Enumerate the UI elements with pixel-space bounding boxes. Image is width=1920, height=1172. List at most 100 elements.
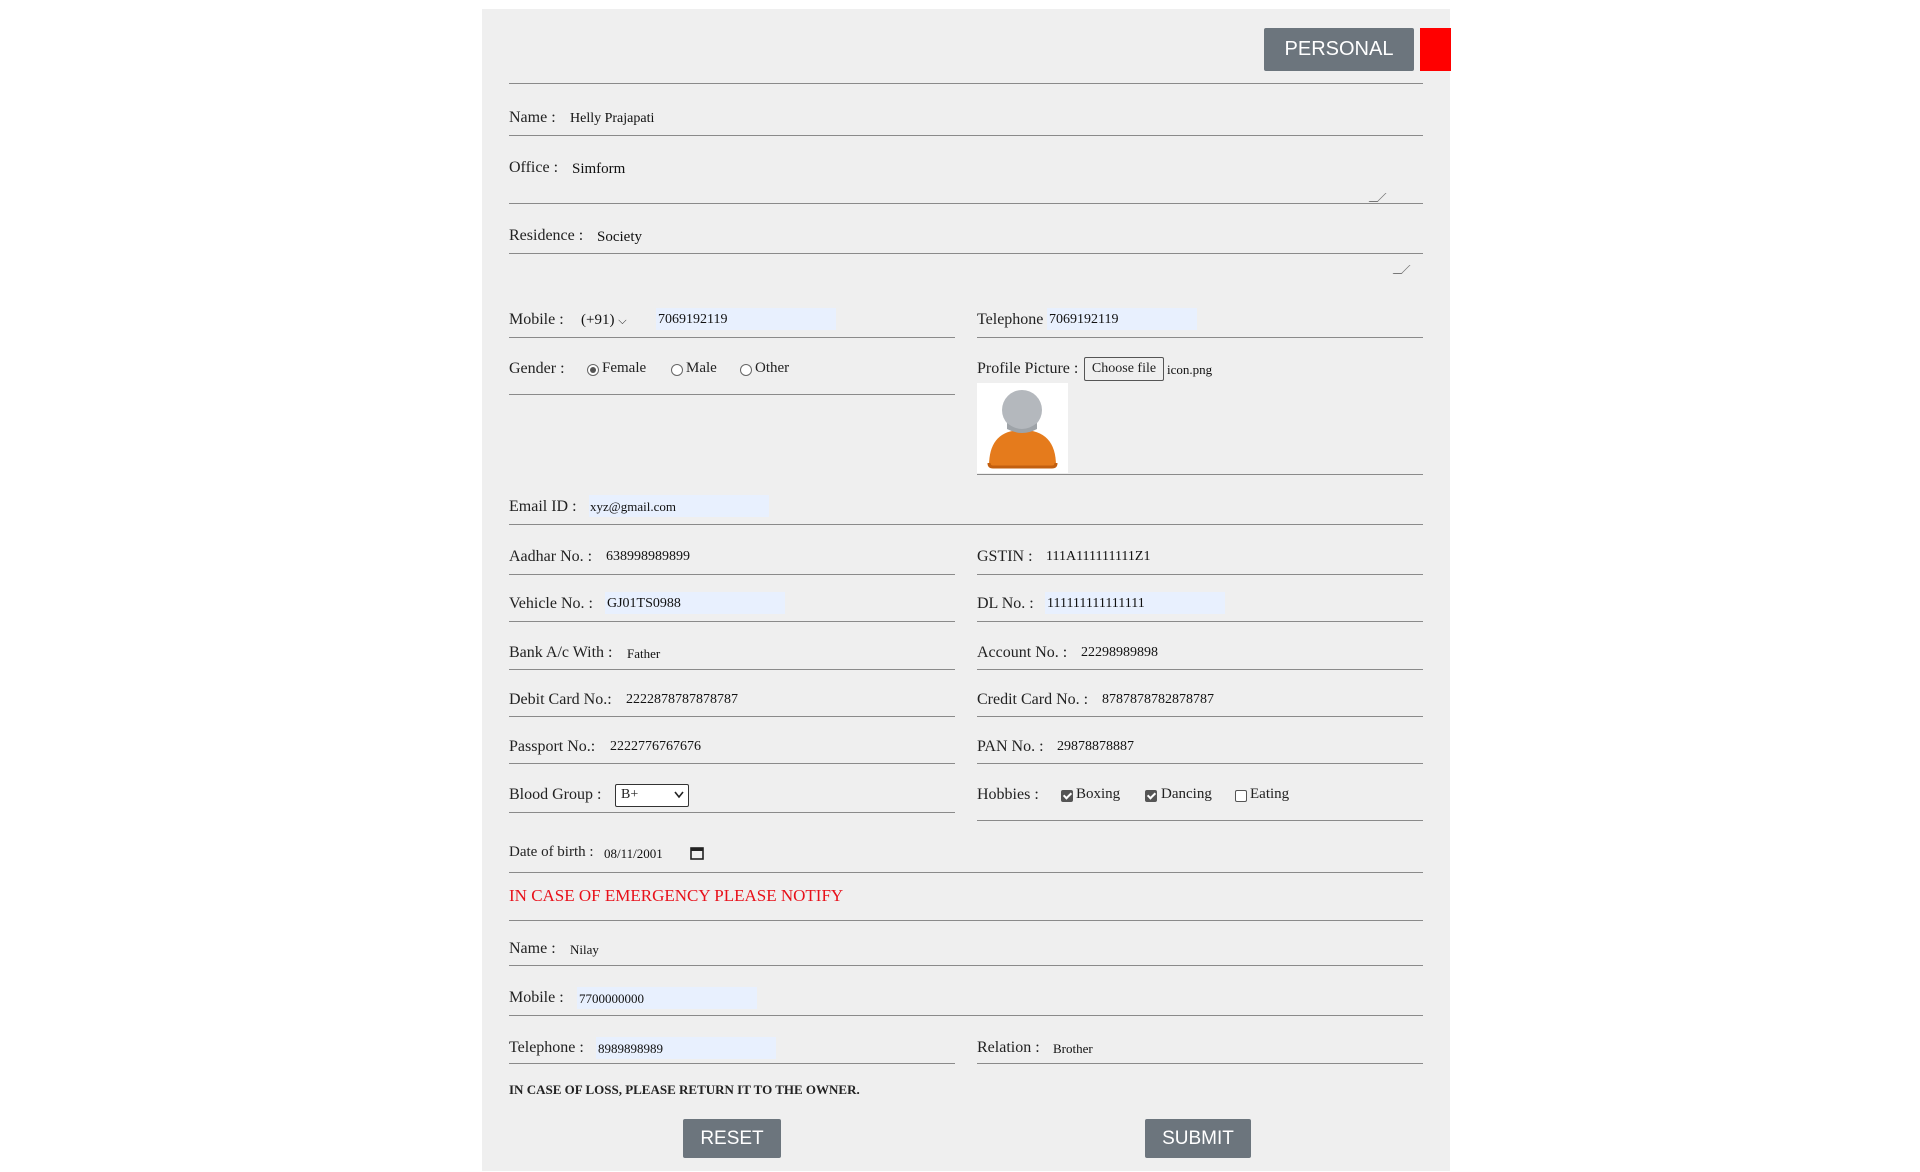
dl-row: DL No. : 111111111111111 <box>977 574 1423 622</box>
file-name-text: icon.png <box>1167 362 1213 377</box>
gender-male-radio[interactable] <box>671 364 683 376</box>
profile-picture-label: Profile Picture : <box>977 360 1079 377</box>
gstin-label: GSTIN : <box>977 548 1033 565</box>
debit-label: Debit Card No.: <box>509 691 612 708</box>
name-row: Name : Helly Prajapati <box>509 83 1423 136</box>
emergency-heading: IN CASE OF EMERGENCY PLEASE NOTIFY <box>509 886 844 905</box>
header-divider <box>509 9 1423 84</box>
form-body: PERSONAL Name : Helly Prajapati Office :… <box>509 9 1451 1171</box>
residence-label: Residence : <box>509 227 584 244</box>
vehicle-row: Vehicle No. : GJ01TS0988 <box>509 574 955 622</box>
emergency-telephone-input[interactable]: 8989898989 <box>598 1041 663 1057</box>
relation-input[interactable]: Brother <box>1053 1041 1093 1057</box>
emergency-mobile-input[interactable]: 7700000000 <box>579 991 644 1007</box>
gstin-input[interactable]: 111A111111111Z1 <box>1046 549 1150 565</box>
passport-label: Passport No.: <box>509 738 596 755</box>
gender-other-label: Other <box>755 360 790 376</box>
residence-textarea[interactable]: Society <box>597 229 642 246</box>
pan-input[interactable]: 29878878887 <box>1057 739 1134 755</box>
account-label: Account No. : <box>977 644 1068 661</box>
hobby-boxing-checkbox[interactable] <box>1061 790 1073 802</box>
emergency-telephone-label: Telephone : <box>509 1039 584 1056</box>
pan-label: PAN No. : <box>977 738 1044 755</box>
residence-resize-handle[interactable] <box>1392 265 1411 274</box>
gender-female-label: Female <box>602 360 647 376</box>
emergency-name-input[interactable]: Nilay <box>570 942 599 958</box>
hobbies-label: Hobbies : <box>977 786 1039 803</box>
passport-input[interactable]: 2222776767676 <box>610 739 701 755</box>
gstin-row: GSTIN : 111A111111111Z1 <box>977 524 1423 575</box>
hobby-boxing-label: Boxing <box>1076 786 1121 802</box>
avatar <box>977 383 1068 473</box>
emergency-name-label: Name : <box>509 940 556 957</box>
chevron-down-icon <box>674 791 684 799</box>
office-textarea[interactable]: Simform <box>572 161 625 178</box>
emergency-name-row: Name : Nilay <box>509 920 1423 966</box>
hobby-eating-label: Eating <box>1250 786 1290 802</box>
telephone-row: Telephone : 7069192119 <box>977 299 1423 338</box>
aadhar-input[interactable]: 638998989899 <box>606 549 690 565</box>
gender-row: Gender : Female Male Other <box>509 337 955 395</box>
email-row: Email ID : xyz@gmail.com <box>509 474 1423 525</box>
gender-female-radio[interactable] <box>587 364 599 376</box>
hobbies-row: Hobbies : Boxing Dancing Eating <box>977 763 1423 821</box>
bank-label: Bank A/c With : <box>509 644 613 661</box>
relation-row: Relation : Brother <box>977 1015 1423 1064</box>
name-input[interactable]: Helly Prajapati <box>570 111 654 127</box>
aadhar-row: Aadhar No. : 638998989899 <box>509 524 955 575</box>
profile-picture-row: Profile Picture : Choose file icon.png <box>977 337 1423 475</box>
debit-input[interactable]: 2222878787878787 <box>626 692 738 708</box>
email-input[interactable]: xyz@gmail.com <box>590 499 676 515</box>
blood-group-value: B+ <box>621 787 639 802</box>
office-row: Office : Simform <box>509 135 1423 204</box>
blood-group-label: Blood Group : <box>509 786 602 803</box>
blood-group-row: Blood Group : B+ <box>509 763 955 813</box>
country-code-select[interactable]: (+91) ⌵ <box>581 312 627 329</box>
loss-notice: IN CASE OF LOSS, PLEASE RETURN IT TO THE… <box>509 1082 860 1097</box>
debit-row: Debit Card No.: 2222878787878787 <box>509 669 955 717</box>
gender-label: Gender : <box>509 360 565 377</box>
telephone-input[interactable]: 7069192119 <box>1049 312 1118 328</box>
vehicle-label: Vehicle No. : <box>509 595 593 612</box>
telephone-label: Telephone : <box>977 311 1052 328</box>
hobby-dancing-checkbox[interactable] <box>1145 790 1157 802</box>
vehicle-input[interactable]: GJ01TS0988 <box>607 596 681 612</box>
red-accent-block <box>1420 28 1451 71</box>
relation-label: Relation : <box>977 1039 1040 1056</box>
office-label: Office : <box>509 159 559 176</box>
reset-button[interactable]: RESET <box>683 1119 781 1158</box>
name-label: Name : <box>509 109 556 126</box>
residence-row: Residence : Society <box>509 203 1423 254</box>
country-code-value: (+91) <box>581 312 615 328</box>
emergency-mobile-label: Mobile : <box>509 989 564 1006</box>
office-resize-handle[interactable] <box>1368 193 1387 202</box>
bank-input[interactable]: Father <box>627 646 660 662</box>
form-card: PERSONAL Name : Helly Prajapati Office :… <box>482 9 1451 1171</box>
mobile-input[interactable]: 7069192119 <box>658 312 727 328</box>
mobile-row: Mobile : (+91) ⌵ 7069192119 <box>509 299 955 338</box>
emergency-telephone-row: Telephone : 8989898989 <box>509 1015 955 1064</box>
choose-file-button[interactable]: Choose file <box>1084 357 1164 381</box>
credit-label: Credit Card No. : <box>977 691 1089 708</box>
chevron-down-icon: ⌵ <box>618 315 627 327</box>
mobile-label: Mobile : <box>509 311 564 328</box>
dob-label: Date of birth : <box>509 844 594 860</box>
calendar-icon[interactable] <box>690 846 704 860</box>
account-input[interactable]: 22298989898 <box>1081 645 1158 661</box>
email-label: Email ID : <box>509 498 577 515</box>
credit-row: Credit Card No. : 8787878782878787 <box>977 669 1423 717</box>
gender-other-radio[interactable] <box>740 364 752 376</box>
blood-group-select[interactable]: B+ <box>615 784 689 807</box>
hobby-eating-checkbox[interactable] <box>1235 790 1247 802</box>
credit-input[interactable]: 8787878782878787 <box>1102 692 1214 708</box>
submit-button[interactable]: SUBMIT <box>1145 1119 1251 1158</box>
account-row: Account No. : 22298989898 <box>977 621 1423 670</box>
dob-row: Date of birth : 08/11/2001 <box>509 820 1423 873</box>
dl-label: DL No. : <box>977 595 1034 612</box>
gender-male-label: Male <box>686 360 717 376</box>
pan-row: PAN No. : 29878878887 <box>977 716 1423 764</box>
hobby-dancing-label: Dancing <box>1161 786 1212 802</box>
aadhar-label: Aadhar No. : <box>509 548 593 565</box>
dl-input[interactable]: 111111111111111 <box>1047 596 1145 612</box>
dob-input[interactable]: 08/11/2001 <box>604 846 663 862</box>
